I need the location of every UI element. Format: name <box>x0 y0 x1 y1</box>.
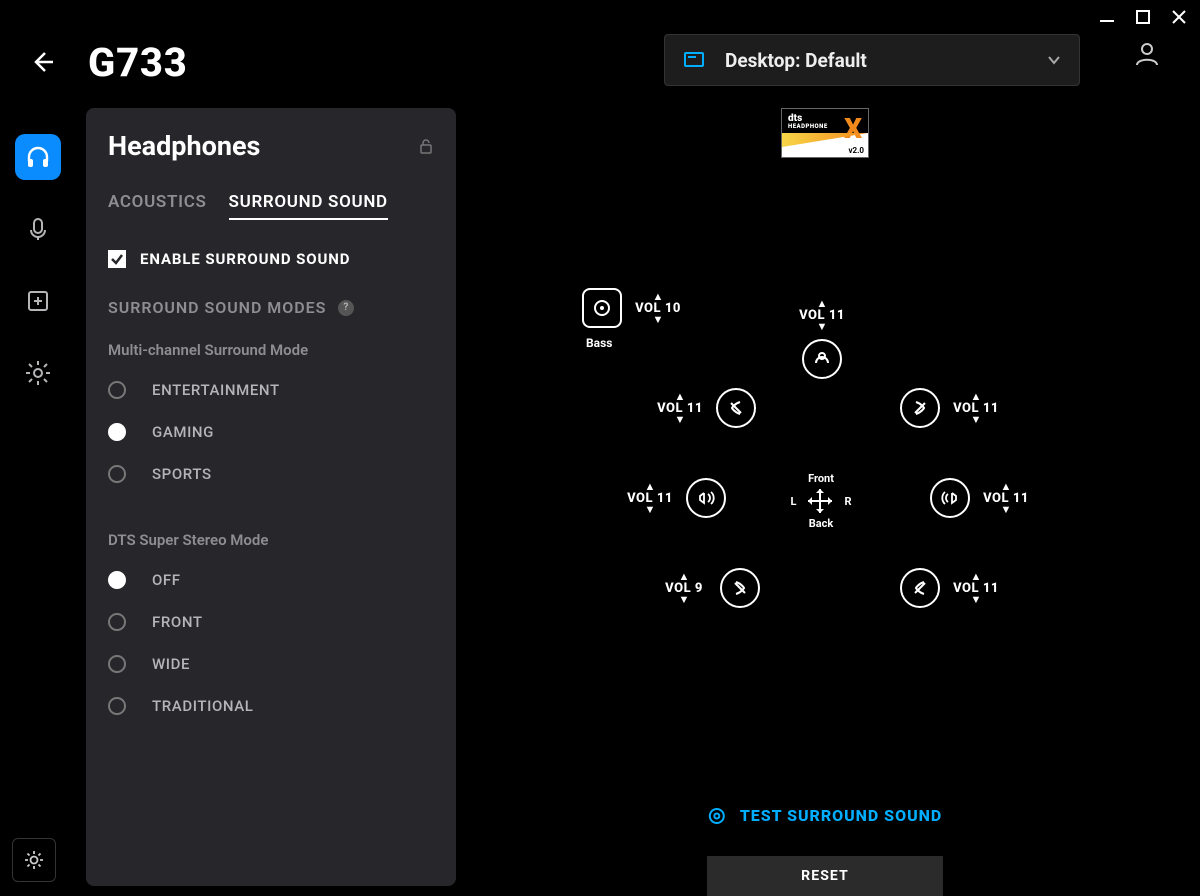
monitor-icon <box>683 49 705 71</box>
sidebar <box>0 120 76 896</box>
vol-down[interactable]: ▼ <box>1001 506 1012 514</box>
sidebar-item-headphones[interactable] <box>15 134 61 180</box>
vol-up[interactable]: ▲ <box>679 573 690 581</box>
sidebar-item-lighting[interactable] <box>15 350 61 396</box>
window-controls <box>1100 10 1186 24</box>
dts-stereo-title: DTS Super Stereo Mode <box>108 531 434 549</box>
test-surround-label: TEST SURROUND SOUND <box>740 806 942 825</box>
speaker-side-right[interactable] <box>930 478 970 518</box>
account-button[interactable] <box>1134 40 1160 66</box>
radio-traditional[interactable]: TRADITIONAL <box>108 685 434 727</box>
vol-down[interactable]: ▼ <box>971 596 982 604</box>
vol-down[interactable]: ▼ <box>817 323 828 331</box>
enable-surround-checkbox[interactable]: ENABLE SURROUND SOUND <box>108 250 434 268</box>
profile-selector[interactable]: Desktop: Default <box>664 34 1080 86</box>
radio-off[interactable]: OFF <box>108 559 434 601</box>
panel-tabs: ACOUSTICS SURROUND SOUND <box>108 192 434 220</box>
radio-sports[interactable]: SPORTS <box>108 453 434 495</box>
reset-label: RESET <box>801 868 849 884</box>
tab-surround-sound[interactable]: SURROUND SOUND <box>229 192 388 220</box>
maximize-button[interactable] <box>1136 10 1150 24</box>
modes-title: SURROUND SOUND MODES <box>108 298 326 317</box>
speaker-center[interactable] <box>802 339 842 379</box>
surround-stage: dts HEADPHONE X v2.0 ▲ VOL 10 ▼ Bass ▲ V… <box>470 108 1180 896</box>
vol-up[interactable]: ▲ <box>645 483 656 491</box>
bass-label: Bass <box>586 336 612 350</box>
tab-acoustics[interactable]: ACOUSTICS <box>108 192 207 220</box>
device-title: G733 <box>88 39 188 86</box>
lock-icon[interactable] <box>418 138 434 154</box>
vol-up[interactable]: ▲ <box>1001 483 1012 491</box>
radio-front[interactable]: FRONT <box>108 601 434 643</box>
dts-badge: dts HEADPHONE X v2.0 <box>781 108 869 158</box>
vol-down[interactable]: ▼ <box>645 506 656 514</box>
speaker-rear-right[interactable] <box>900 568 940 608</box>
radio-wide[interactable]: WIDE <box>108 643 434 685</box>
reset-button[interactable]: RESET <box>707 856 943 896</box>
vol-up[interactable]: ▲ <box>653 293 664 301</box>
speaker-side-left[interactable] <box>686 478 726 518</box>
minimize-button[interactable] <box>1100 10 1114 24</box>
speaker-rear-left[interactable] <box>720 568 760 608</box>
sidebar-item-microphone[interactable] <box>15 206 61 252</box>
settings-panel: Headphones ACOUSTICS SURROUND SOUND ENAB… <box>86 108 456 886</box>
enable-surround-label: ENABLE SURROUND SOUND <box>140 250 350 268</box>
vol-up[interactable]: ▲ <box>675 393 686 401</box>
back-button[interactable] <box>28 48 56 76</box>
surround-icon <box>708 807 726 825</box>
radio-entertainment[interactable]: ENTERTAINMENT <box>108 369 434 411</box>
vol-up[interactable]: ▲ <box>971 573 982 581</box>
vol-up[interactable]: ▲ <box>817 300 828 308</box>
speaker-front-left[interactable] <box>716 388 756 428</box>
sidebar-item-assignments[interactable] <box>15 278 61 324</box>
checkbox-icon <box>108 250 126 268</box>
vol-down[interactable]: ▼ <box>653 316 664 324</box>
test-surround-button[interactable]: TEST SURROUND SOUND <box>708 806 942 825</box>
help-icon[interactable]: ? <box>338 300 354 316</box>
profile-label: Desktop: Default <box>725 49 1047 72</box>
radio-gaming[interactable]: GAMING <box>108 411 434 453</box>
settings-button[interactable] <box>12 838 56 882</box>
panel-title: Headphones <box>108 130 260 162</box>
chevron-down-icon <box>1047 53 1061 67</box>
vol-down[interactable]: ▼ <box>675 416 686 424</box>
vol-down[interactable]: ▼ <box>679 596 690 604</box>
speaker-front-right[interactable] <box>900 388 940 428</box>
orientation-compass: Front L R Back <box>786 468 856 534</box>
multichannel-title: Multi-channel Surround Mode <box>108 341 434 359</box>
speaker-bass[interactable] <box>582 288 622 328</box>
close-button[interactable] <box>1172 10 1186 24</box>
vol-up[interactable]: ▲ <box>971 393 982 401</box>
vol-down[interactable]: ▼ <box>971 416 982 424</box>
